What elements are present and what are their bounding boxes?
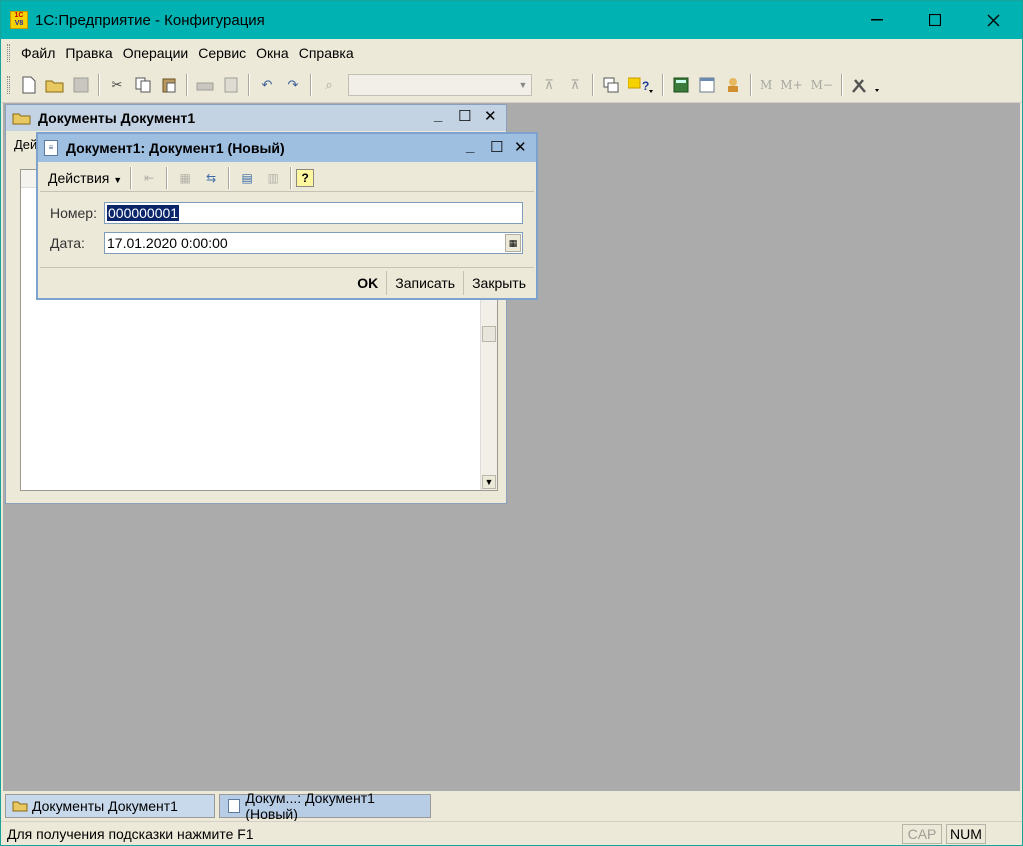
folder-icon xyxy=(12,799,28,813)
caps-lock-indicator: CAP xyxy=(902,823,942,844)
memory-store-button[interactable]: M xyxy=(756,78,776,92)
minimize-button[interactable] xyxy=(848,1,906,39)
document-icon xyxy=(226,799,241,813)
open-folder-icon[interactable] xyxy=(44,74,66,96)
number-label: Номер: xyxy=(50,205,97,221)
actions-menu-button[interactable]: Действия ▼ xyxy=(44,170,126,186)
number-row: Номер: 000000001 xyxy=(50,202,523,224)
list-window-title: Документы Документ1 xyxy=(38,110,196,126)
status-bar: Для получения подсказки нажмите F1 CAP N… xyxy=(1,821,1022,845)
menu-operations[interactable]: Операции xyxy=(118,45,194,61)
list-actions-fragment[interactable]: Дей xyxy=(14,137,37,152)
main-toolbar: ✂ ↶ ↷ ⌕ ▼ ⊼ ⊼ ? M M+ M− xyxy=(1,67,1022,103)
scroll-thumb[interactable] xyxy=(482,326,496,342)
num-lock-indicator: NUM xyxy=(946,823,986,844)
app-logo-icon: 1С V8 xyxy=(10,11,28,29)
structure-icon[interactable]: ▦ xyxy=(174,167,196,189)
date-label: Дата: xyxy=(50,235,85,251)
calculator-icon[interactable] xyxy=(670,74,692,96)
date-row: Дата: 17.01.2020 0:00:00 ▦ xyxy=(50,232,523,254)
list-maximize-button[interactable]: ☐ xyxy=(458,107,471,125)
help-icon[interactable]: ? xyxy=(296,168,315,187)
doc-window-titlebar[interactable]: ≡ Документ1: Документ1 (Новый) _ ☐ ✕ xyxy=(38,134,536,162)
app-title: 1С:Предприятие - Конфигурация xyxy=(35,11,265,29)
find-prev-icon[interactable]: ⊼ xyxy=(564,74,586,96)
movements-icon[interactable]: ⇆ xyxy=(200,167,222,189)
date-value: 17.01.2020 0:00:00 xyxy=(107,235,228,251)
new-doc-icon[interactable] xyxy=(18,74,40,96)
window-bar: Документы Документ1 Докум...: Документ1 … xyxy=(1,790,1022,822)
print-preview-icon[interactable] xyxy=(220,74,242,96)
clear-icon[interactable]: ▥ xyxy=(262,167,284,189)
list-window-titlebar[interactable]: Документы Документ1 _ ☐ ✕ xyxy=(6,105,506,131)
save-icon[interactable] xyxy=(70,74,92,96)
list-minimize-button[interactable]: _ xyxy=(434,107,442,124)
undo-icon[interactable]: ↶ xyxy=(256,74,278,96)
menu-windows[interactable]: Окна xyxy=(251,45,294,61)
help-1c-icon[interactable]: ? xyxy=(626,74,656,96)
calendar-icon[interactable] xyxy=(696,74,718,96)
maximize-button[interactable] xyxy=(906,1,964,39)
copy-icon[interactable] xyxy=(132,74,154,96)
menu-service[interactable]: Сервис xyxy=(193,45,251,61)
fill-icon[interactable]: ▤ xyxy=(236,167,258,189)
document-icon: ≡ xyxy=(44,140,58,156)
close-button[interactable] xyxy=(964,1,1022,39)
menu-bar: Файл Правка Операции Сервис Окна Справка xyxy=(1,39,1022,67)
doc-toolbar: Действия ▼ ⇤ ▦ ⇆ ▤ ▥ ? xyxy=(40,164,534,192)
windows-icon[interactable] xyxy=(600,74,622,96)
svg-text:?: ? xyxy=(642,79,649,93)
date-field[interactable]: 17.01.2020 0:00:00 ▦ xyxy=(104,232,523,254)
find-next-icon[interactable]: ⊼ xyxy=(538,74,560,96)
redo-icon[interactable]: ↷ xyxy=(282,74,304,96)
search-combo[interactable]: ▼ xyxy=(348,73,532,96)
doc-window-title: Документ1: Документ1 (Новый) xyxy=(66,140,285,156)
paste-icon[interactable] xyxy=(158,74,180,96)
print-icon[interactable] xyxy=(194,74,216,96)
app-window: 1С V8 1С:Предприятие - Конфигурация Файл… xyxy=(0,0,1023,846)
menu-help[interactable]: Справка xyxy=(294,45,359,61)
cut-icon[interactable]: ✂ xyxy=(106,74,128,96)
chevron-down-icon[interactable]: ▼ xyxy=(515,75,531,95)
memory-add-button[interactable]: M+ xyxy=(776,78,806,92)
doc-close-button[interactable]: ✕ xyxy=(514,138,527,156)
menu-file[interactable]: Файл xyxy=(16,45,60,61)
folder-icon xyxy=(12,113,31,125)
toolbar-grip[interactable] xyxy=(7,75,10,94)
save-button[interactable]: Записать xyxy=(386,270,463,295)
post-icon[interactable]: ⇤ xyxy=(138,167,160,189)
ok-button[interactable]: OK xyxy=(349,271,386,295)
window-tab-list[interactable]: Документы Документ1 xyxy=(5,794,215,818)
menu-grip[interactable] xyxy=(7,44,10,62)
number-value: 000000001 xyxy=(107,205,180,221)
doc-maximize-button[interactable]: ☐ xyxy=(490,138,503,156)
memory-subtract-button[interactable]: M− xyxy=(807,78,837,92)
document-form-window[interactable]: ≡ Документ1: Документ1 (Новый) _ ☐ ✕ Дей… xyxy=(36,132,538,300)
scroll-down-icon[interactable]: ▼ xyxy=(482,475,496,489)
settings-icon[interactable] xyxy=(849,74,883,96)
window-tab-document[interactable]: Докум...: Документ1 (Новый) xyxy=(219,790,431,822)
menu-edit[interactable]: Правка xyxy=(60,45,117,61)
close-form-button[interactable]: Закрыть xyxy=(463,270,534,295)
status-hint: Для получения подсказки нажмите F1 xyxy=(7,825,254,842)
list-close-button[interactable]: ✕ xyxy=(484,107,497,125)
title-bar: 1С V8 1С:Предприятие - Конфигурация xyxy=(1,1,1022,39)
doc-footer: OK Записать Закрыть xyxy=(40,267,534,297)
binoculars-icon[interactable]: ⌕ xyxy=(318,74,340,96)
number-field[interactable]: 000000001 xyxy=(104,202,523,224)
doc-minimize-button[interactable]: _ xyxy=(466,138,474,155)
user-icon[interactable] xyxy=(722,74,744,96)
calendar-picker-icon[interactable]: ▦ xyxy=(505,234,521,252)
